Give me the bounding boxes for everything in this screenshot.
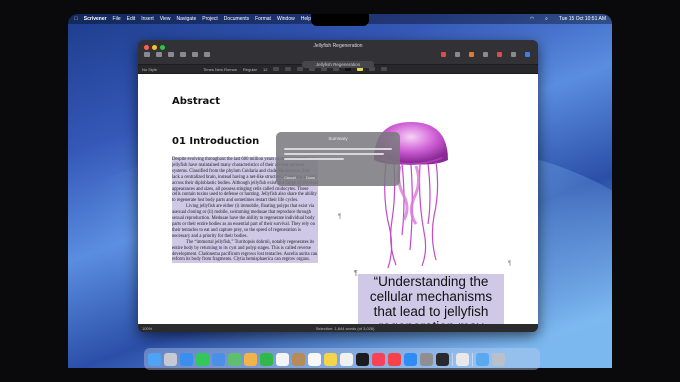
trash-icon[interactable]: [180, 52, 186, 57]
quote-line: that lead to jellyfish: [373, 304, 489, 319]
menu-format[interactable]: Format: [255, 16, 271, 22]
tv-icon[interactable]: [356, 352, 369, 366]
app-store-icon[interactable]: [404, 352, 417, 366]
scrivener-icon[interactable]: [456, 352, 469, 366]
zoom-level[interactable]: 100%: [142, 326, 152, 331]
pull-quote: “Understanding the cellular mechanisms t…: [358, 274, 504, 332]
menu-file[interactable]: File: [113, 16, 121, 22]
reminders-icon[interactable]: [308, 352, 321, 366]
clock[interactable]: Tue 15 Oct 10:51 AM: [559, 16, 606, 22]
compile-icon[interactable]: [469, 52, 474, 57]
iphone-mirroring-icon[interactable]: [436, 352, 449, 366]
quote-line: cellular mechanisms: [369, 289, 493, 304]
camera-notch: [311, 14, 369, 26]
menu-edit[interactable]: Edit: [127, 16, 136, 22]
view-mode-icon[interactable]: [204, 52, 210, 57]
quickref-icon[interactable]: [483, 52, 488, 57]
target-icon[interactable]: [497, 52, 502, 57]
summary-line: [284, 153, 384, 155]
folder-icon[interactable]: [192, 52, 198, 57]
compose-icon[interactable]: [455, 52, 460, 57]
inspector-icon[interactable]: [525, 52, 530, 57]
maps-icon[interactable]: [228, 352, 241, 366]
messages-icon[interactable]: [196, 352, 209, 366]
photos-icon[interactable]: [244, 352, 257, 366]
dock: [144, 348, 540, 370]
music-icon[interactable]: [372, 352, 385, 366]
menu-app-name[interactable]: Scrivener: [84, 16, 107, 22]
launchpad-icon[interactable]: [164, 352, 177, 366]
menu-help[interactable]: Help: [301, 16, 311, 22]
calendar-icon[interactable]: [276, 352, 289, 366]
desktop:  Scrivener File Edit Insert View Naviga…: [68, 14, 612, 368]
menu-navigate[interactable]: Navigate: [177, 16, 197, 22]
summary-popover: Summary Cancel Done: [276, 132, 400, 186]
news-icon[interactable]: [388, 352, 401, 366]
summary-title: Summary: [328, 136, 348, 141]
window-titlebar: Jellyfish Regeneration Jellyfish Regener…: [138, 40, 538, 68]
scrivener-window: Jellyfish Regeneration Jellyfish Regener…: [138, 40, 538, 332]
summary-line: [284, 148, 392, 150]
window-title: Jellyfish Regeneration: [313, 43, 363, 49]
freeform-icon[interactable]: [340, 352, 353, 366]
editor-page[interactable]: Abstract 01 Introduction Despite evolvin…: [138, 74, 538, 332]
search-toolbar-icon[interactable]: [511, 52, 516, 57]
dock-separator: [452, 352, 453, 366]
summary-line: [284, 158, 344, 160]
toolbar-right: [441, 52, 530, 57]
status-bar: 100% Selection: 1,844 words (of 3,026): [138, 324, 538, 332]
document-path-label: Jellyfish Regeneration: [301, 61, 375, 68]
toolbar-left: [144, 52, 210, 57]
summary-cancel-button[interactable]: Cancel: [284, 176, 296, 180]
settings-icon[interactable]: [420, 352, 433, 366]
contacts-icon[interactable]: [292, 352, 305, 366]
trash-icon[interactable]: [492, 352, 505, 366]
mail-icon[interactable]: [212, 352, 225, 366]
quote-line: “Understanding the: [373, 274, 489, 289]
search-icon[interactable]: ⌕: [545, 16, 548, 22]
add-icon[interactable]: [168, 52, 174, 57]
heading-introduction: 01 Introduction: [172, 136, 260, 147]
menu-view[interactable]: View: [160, 16, 171, 22]
menu-window[interactable]: Window: [277, 16, 295, 22]
downloads-icon[interactable]: [476, 352, 489, 366]
word-count: Selection: 1,844 words (of 3,026): [315, 325, 375, 331]
apple-menu-icon[interactable]: : [74, 16, 78, 22]
back-icon[interactable]: [156, 52, 162, 57]
notes-icon[interactable]: [324, 352, 337, 366]
facetime-icon[interactable]: [260, 352, 273, 366]
wifi-icon[interactable]: ◠: [530, 16, 534, 22]
paragraph-3: The “immortal jellyfish,” Turritopsis do…: [172, 239, 318, 264]
summary-done-button[interactable]: Done: [306, 176, 315, 180]
menu-project[interactable]: Project: [202, 16, 218, 22]
bookmark-icon[interactable]: [441, 52, 446, 57]
menu-documents[interactable]: Documents: [224, 16, 249, 22]
safari-icon[interactable]: [180, 352, 193, 366]
menu-insert[interactable]: Insert: [141, 16, 154, 22]
heading-abstract: Abstract: [172, 96, 221, 107]
pilcrow-icon: ¶: [508, 261, 512, 267]
binder-icon[interactable]: [144, 52, 150, 57]
paragraph-2: Living jellyfish are either (i) immobile…: [172, 204, 318, 240]
dock-separator: [472, 352, 473, 366]
pilcrow-icon: ¶: [338, 214, 342, 220]
finder-icon[interactable]: [148, 352, 161, 366]
